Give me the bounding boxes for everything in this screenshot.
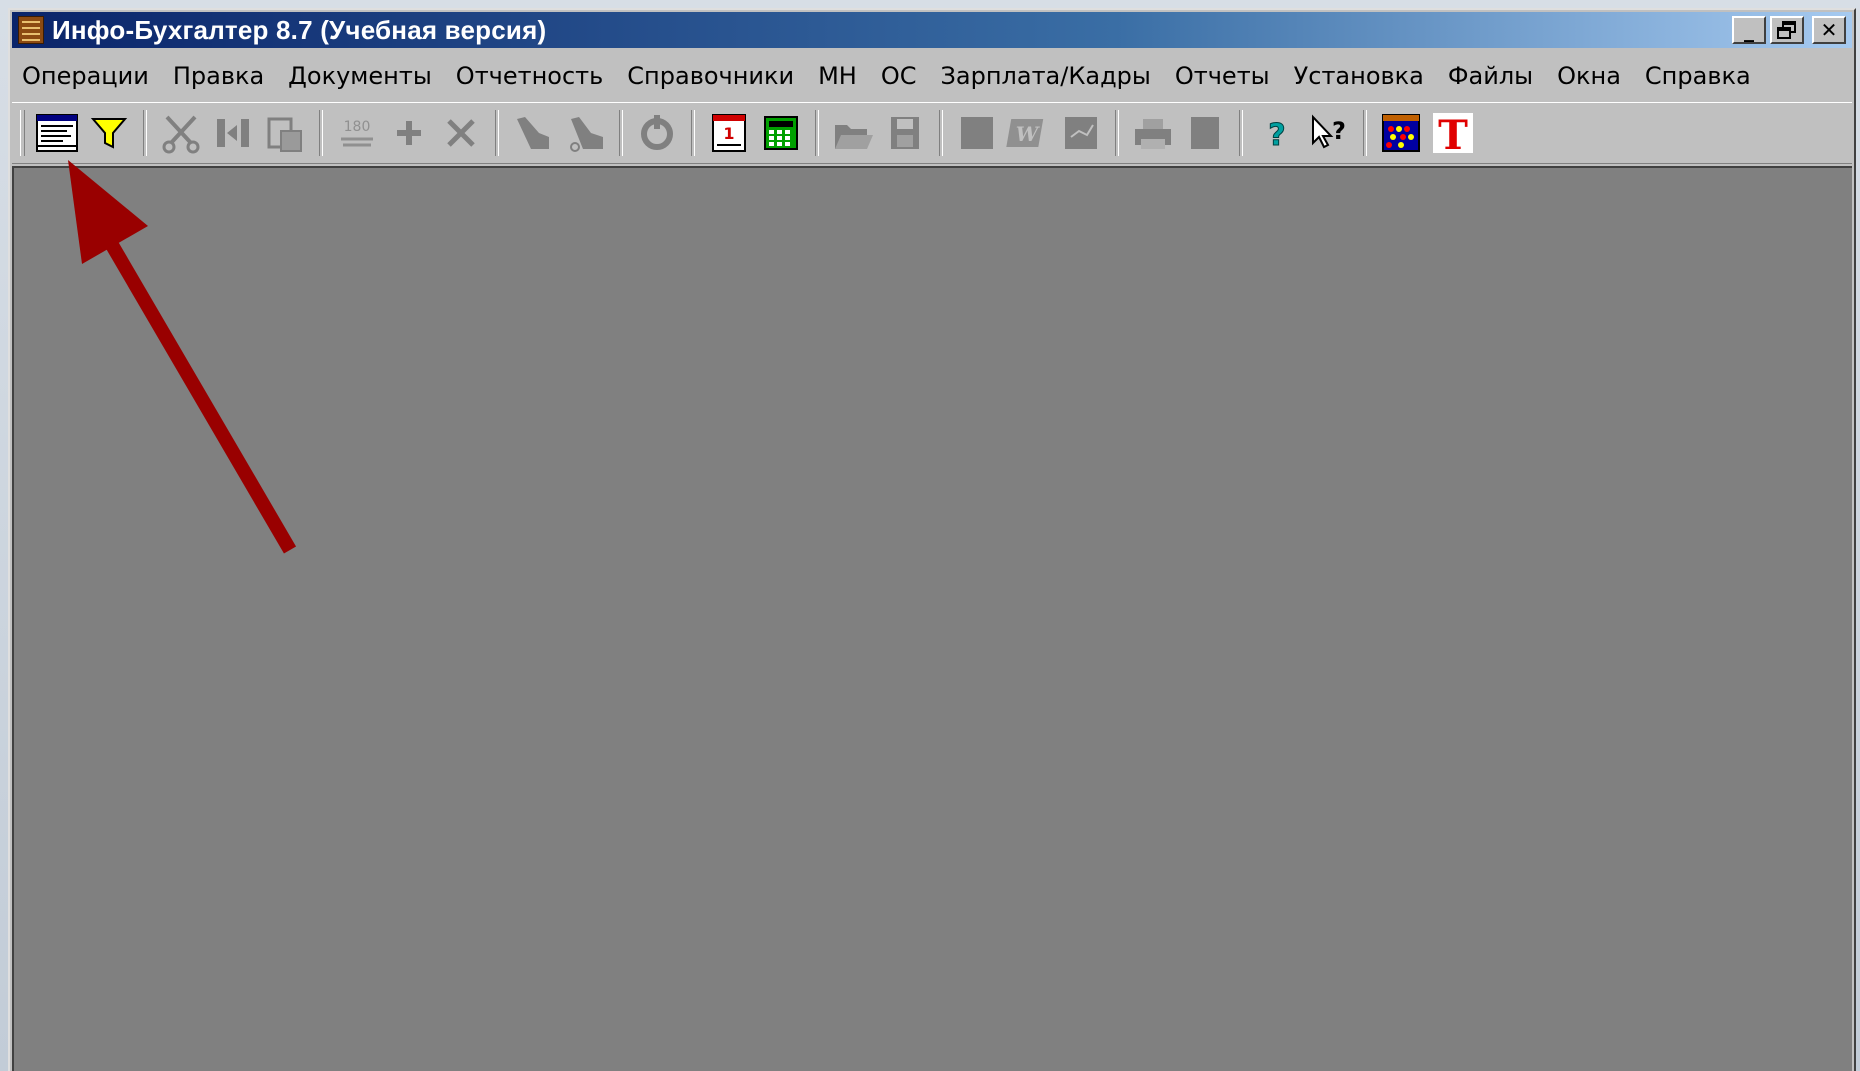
- toolbar-separator: [815, 110, 819, 156]
- block-icon: [961, 117, 993, 149]
- svg-text:?: ?: [1268, 118, 1285, 153]
- menu-operations[interactable]: Операции: [12, 62, 161, 90]
- print-button[interactable]: [1127, 107, 1179, 159]
- hand-pointer-alt-icon: [570, 117, 603, 152]
- menu-reports[interactable]: Отчеты: [1163, 62, 1282, 90]
- number-button[interactable]: 180: [331, 107, 383, 159]
- refresh-icon: [641, 115, 673, 150]
- word-icon: W: [1006, 119, 1044, 147]
- window-title: Инфо-Бухгалтер 8.7 (Учебная версия): [52, 14, 547, 45]
- toolbar-separator: [1239, 110, 1243, 156]
- svg-text:180: 180: [344, 119, 371, 135]
- open-folder-icon: [835, 125, 873, 149]
- toolbar-separator: [691, 110, 695, 156]
- toolbar-separator: [319, 110, 323, 156]
- menu-files[interactable]: Файлы: [1436, 62, 1545, 90]
- word-button[interactable]: W: [1003, 107, 1055, 159]
- svg-text:T: T: [1438, 112, 1468, 157]
- filter-button[interactable]: [83, 107, 135, 159]
- help-button[interactable]: ?: [1251, 107, 1303, 159]
- restore-icon: [1777, 21, 1796, 39]
- add-button[interactable]: [383, 107, 435, 159]
- save-button[interactable]: [879, 107, 931, 159]
- calendar-button[interactable]: 1: [703, 107, 755, 159]
- excel-button[interactable]: [1055, 107, 1107, 159]
- window-controls: _ ✕: [1732, 16, 1846, 44]
- menu-mn[interactable]: МН: [806, 62, 869, 90]
- menu-reporting[interactable]: Отчетность: [444, 62, 616, 90]
- toolbar-separator: [1115, 110, 1119, 156]
- pointer-button[interactable]: [507, 107, 559, 159]
- hand-pointer-icon: [517, 117, 549, 149]
- filter-funnel-icon: [90, 118, 128, 149]
- toolbar-separator: [143, 110, 147, 156]
- preview-button[interactable]: [1179, 107, 1231, 159]
- cut-scissors-icon: [162, 115, 200, 154]
- mdi-workspace[interactable]: [12, 166, 1852, 1071]
- menu-bar: Операции Правка Документы Отчетность Спр…: [12, 54, 1852, 98]
- minimize-button[interactable]: _: [1732, 16, 1766, 44]
- svg-text:?: ?: [1332, 117, 1346, 145]
- excel-icon: [1065, 117, 1097, 149]
- abacus-button[interactable]: [1375, 107, 1427, 159]
- copy-button[interactable]: [207, 107, 259, 159]
- toolbar-separator: [619, 110, 623, 156]
- journal-table-button[interactable]: [31, 107, 83, 159]
- info-t-logo-icon: T: [1433, 112, 1473, 157]
- svg-text:W: W: [1016, 122, 1041, 146]
- toolbar-grip[interactable]: [20, 110, 25, 156]
- svg-text:1: 1: [723, 124, 734, 143]
- paste-icon: [267, 117, 302, 152]
- delete-button[interactable]: [435, 107, 487, 159]
- menu-edit[interactable]: Правка: [161, 62, 276, 90]
- copy-icon: [217, 119, 249, 147]
- menu-directories[interactable]: Справочники: [615, 62, 806, 90]
- menu-settings[interactable]: Установка: [1282, 62, 1436, 90]
- context-help-icon: ?: [1312, 114, 1346, 149]
- save-disk-icon: [891, 117, 919, 149]
- restore-button[interactable]: [1770, 16, 1804, 44]
- toolbar: 180 1 W ? ? T: [12, 102, 1852, 164]
- title-bar[interactable]: Инфо-Бухгалтер 8.7 (Учебная версия) _ ✕: [12, 12, 1852, 48]
- toolbar-separator: [1363, 110, 1367, 156]
- close-button[interactable]: ✕: [1812, 16, 1846, 44]
- abacus-icon: [1382, 114, 1420, 152]
- cut-button[interactable]: [155, 107, 207, 159]
- menu-windows[interactable]: Окна: [1545, 62, 1633, 90]
- refresh-button[interactable]: [631, 107, 683, 159]
- menu-help[interactable]: Справка: [1633, 62, 1763, 90]
- calendar-icon: 1: [712, 114, 746, 152]
- paste-button[interactable]: [259, 107, 311, 159]
- block-button[interactable]: [951, 107, 1003, 159]
- add-plus-icon: [397, 121, 421, 145]
- print-icon: [1135, 119, 1171, 149]
- info-logo-button[interactable]: T: [1427, 107, 1479, 159]
- calculator-icon: [764, 116, 798, 150]
- preview-icon: [1191, 117, 1219, 149]
- delete-x-icon: [447, 119, 475, 147]
- menu-payroll[interactable]: Зарплата/Кадры: [929, 62, 1163, 90]
- toolbar-separator: [495, 110, 499, 156]
- context-help-button[interactable]: ?: [1303, 107, 1355, 159]
- app-abacus-icon[interactable]: [18, 16, 44, 44]
- app-window: Инфо-Бухгалтер 8.7 (Учебная версия) _ ✕ …: [8, 8, 1856, 1071]
- number-180-icon: 180: [341, 119, 373, 147]
- toolbar-separator: [939, 110, 943, 156]
- help-icon: ?: [1268, 118, 1286, 154]
- menu-documents[interactable]: Документы: [276, 62, 444, 90]
- menu-os[interactable]: ОС: [869, 62, 929, 90]
- calculator-button[interactable]: [755, 107, 807, 159]
- pointer-alt-button[interactable]: [559, 107, 611, 159]
- open-button[interactable]: [827, 107, 879, 159]
- journal-table-icon: [36, 114, 78, 152]
